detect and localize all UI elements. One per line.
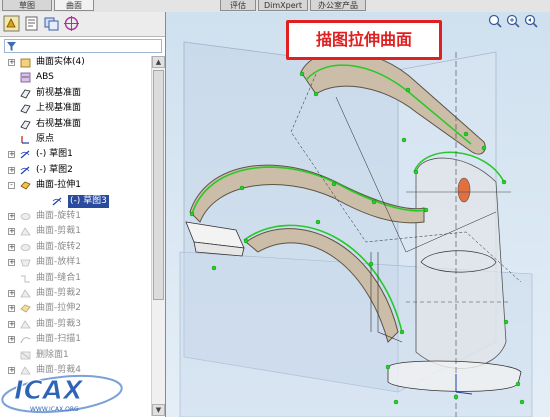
scroll-up-button[interactable]: ▲: [152, 56, 165, 68]
tree-item-label: 曲面实体(4): [36, 57, 85, 67]
delete-face-icon: [20, 351, 31, 359]
expand-icon[interactable]: +: [8, 290, 15, 297]
loft-icon: [20, 259, 31, 267]
extrude-icon: [20, 304, 31, 313]
feature-manager-icon[interactable]: [3, 15, 20, 32]
tree-item-label: (-) 草图3: [68, 194, 109, 208]
scroll-down-button[interactable]: ▼: [152, 404, 165, 416]
expand-icon[interactable]: +: [8, 336, 15, 344]
tree-item-label: 曲面-拉伸1: [36, 180, 81, 191]
tree-scrollbar[interactable]: ▲ ▼: [151, 56, 165, 416]
collapse-icon[interactable]: -: [8, 182, 15, 190]
tree-item-label: 曲面-旋转2: [36, 241, 81, 252]
tab-sketch[interactable]: 草图: [2, 0, 52, 11]
feature-manager-panel: + 曲面实体(4) ABS 前视基准面上视基准面右视基准面原点 + (-) 草图1 + (-)…: [0, 12, 166, 417]
tree-item-label: 曲面-放样1: [36, 257, 81, 268]
tree-item-label: 曲面-旋转1: [36, 211, 81, 221]
watermark-text: ICAX: [14, 376, 85, 406]
revolve-icon: [20, 243, 31, 251]
tree-item-label: 曲面-扫描1: [36, 334, 81, 345]
icax-watermark-logo: ICAX WWW.ICAX.ORG: [0, 368, 130, 417]
configuration-manager-icon[interactable]: [43, 15, 60, 32]
origin-icon: [21, 136, 29, 144]
sketch-icon: [20, 166, 30, 175]
tree-item-label: 前视基准面: [36, 87, 82, 98]
folder-icon: [20, 58, 31, 68]
property-manager-icon[interactable]: [23, 15, 40, 32]
tree-item-label: 曲面-缝合1: [36, 272, 81, 283]
sketch-icon: [20, 150, 30, 159]
trim-icon: [20, 320, 31, 329]
plane-icon: [20, 89, 31, 99]
extrude-icon: [20, 181, 31, 190]
expand-icon[interactable]: +: [8, 151, 15, 159]
expand-icon[interactable]: +: [8, 305, 15, 313]
tab-office-products[interactable]: 办公室产品: [310, 0, 366, 11]
plane-icon: [20, 104, 31, 114]
expand-icon[interactable]: +: [8, 166, 15, 174]
tab-surface[interactable]: 曲面: [54, 0, 94, 11]
expand-icon[interactable]: +: [8, 320, 15, 328]
plane-icon: [20, 120, 31, 130]
tree-item-label: 曲面-剪裁2: [36, 288, 81, 298]
sweep-icon: [20, 337, 31, 344]
tab-dimxpert[interactable]: DimXpert: [258, 0, 308, 11]
expand-icon[interactable]: +: [8, 259, 15, 267]
filter-icon: [7, 42, 16, 51]
sketch-icon: [52, 197, 62, 206]
zoom-to-fit-icon[interactable]: [488, 14, 502, 28]
tree-filter[interactable]: [4, 39, 162, 53]
watermark-url: WWW.ICAX.ORG: [30, 406, 79, 413]
graphics-viewport[interactable]: 描图拉伸曲面: [166, 12, 550, 417]
scroll-thumb[interactable]: [153, 70, 164, 300]
tree-item-label: 删除面1: [36, 349, 69, 360]
tree-item-label: 曲面-拉伸2: [36, 303, 81, 314]
revolve-icon: [20, 213, 31, 220]
expand-icon[interactable]: +: [8, 243, 15, 251]
expand-icon[interactable]: +: [8, 228, 15, 236]
dimxpert-manager-icon[interactable]: [63, 15, 80, 32]
tree-item-label: ABS: [36, 72, 54, 83]
trim-icon: [20, 289, 31, 298]
tree-item-label: 右视基准面: [36, 118, 82, 129]
trim-icon: [20, 227, 31, 236]
expand-icon[interactable]: +: [8, 213, 15, 220]
zoom-area-icon[interactable]: [506, 14, 520, 28]
knit-icon: [21, 275, 30, 283]
callout-text: 描图拉伸曲面: [315, 30, 412, 49]
tree-item-label: 原点: [36, 134, 55, 144]
previous-view-icon[interactable]: [524, 14, 538, 28]
faucet-model-view: [179, 41, 533, 417]
tree-item-label: 曲面-剪裁3: [36, 318, 81, 329]
annotation-callout: 描图拉伸曲面: [286, 20, 442, 60]
tree-item-label: (-) 草图2: [36, 164, 73, 175]
expand-icon[interactable]: +: [8, 59, 15, 66]
tree-item-label: 上视基准面: [36, 103, 82, 114]
tree-item-label: (-) 草图1: [36, 149, 73, 160]
tree-item-label: 曲面-剪裁1: [36, 226, 81, 237]
tab-evaluate[interactable]: 评估: [220, 0, 256, 11]
manager-tab-strip: [0, 12, 165, 37]
material-icon: [20, 72, 31, 83]
